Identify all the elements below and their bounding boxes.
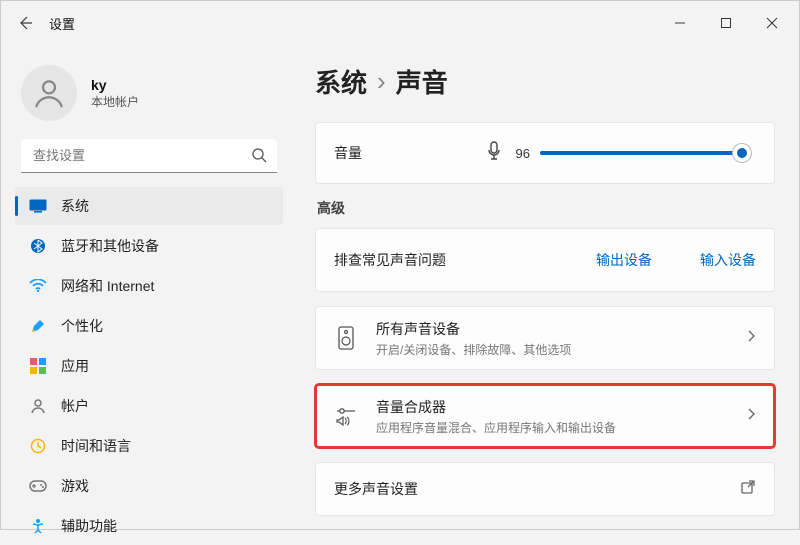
chevron-right-icon [746, 329, 756, 348]
sidebar-item-system[interactable]: 系统 [15, 187, 283, 225]
apps-icon [29, 357, 47, 375]
speaker-icon [334, 326, 358, 350]
sidebar-item-label: 个性化 [61, 316, 103, 336]
sidebar-item-label: 蓝牙和其他设备 [61, 236, 159, 256]
breadcrumb: 系统 › 声音 [315, 63, 775, 100]
section-advanced: 高级 [317, 198, 775, 218]
minimize-button[interactable] [657, 7, 703, 39]
all-devices-row[interactable]: 所有声音设备 开启/关闭设备、排除故障、其他选项 [315, 306, 775, 370]
slider-fill [540, 151, 742, 155]
user-account-row[interactable]: ky 本地帐户 [15, 55, 283, 139]
sidebar-item-label: 网络和 Internet [61, 276, 154, 296]
paint-icon [29, 317, 47, 335]
volume-value: 96 [516, 146, 530, 161]
sidebar-item-bluetooth[interactable]: 蓝牙和其他设备 [15, 227, 283, 265]
more-sound-settings-row[interactable]: 更多声音设置 [315, 462, 775, 516]
bluetooth-icon [29, 237, 47, 255]
mixer-icon [334, 406, 358, 426]
search-icon [251, 147, 267, 168]
sidebar-item-gaming[interactable]: 游戏 [15, 467, 283, 505]
volume-card: 音量 96 [315, 122, 775, 184]
troubleshoot-input-link[interactable]: 输入设备 [700, 250, 756, 270]
microphone-icon[interactable] [486, 141, 502, 166]
clock-icon [29, 437, 47, 455]
sidebar-item-personalization[interactable]: 个性化 [15, 307, 283, 345]
back-button[interactable] [5, 4, 45, 42]
sidebar-item-accounts[interactable]: 帐户 [15, 387, 283, 425]
avatar [21, 65, 77, 121]
system-icon [29, 197, 47, 215]
window-title: 设置 [49, 14, 75, 33]
user-name: ky [91, 77, 139, 93]
content-area: 系统 › 声音 音量 96 高级 排查常见声音问题 输出设备 输入设备 [291, 45, 799, 529]
troubleshoot-card: 排查常见声音问题 输出设备 输入设备 [315, 228, 775, 292]
volume-label: 音量 [334, 143, 362, 163]
sidebar-item-label: 系统 [61, 196, 89, 216]
accessibility-icon [29, 517, 47, 535]
sidebar: ky 本地帐户 系统 蓝牙和其他设备 网络和 Internet 个性 [1, 45, 291, 529]
all-devices-sub: 开启/关闭设备、排除故障、其他选项 [376, 341, 571, 358]
breadcrumb-sep: › [377, 66, 386, 97]
sidebar-item-label: 应用 [61, 356, 89, 376]
search-container [21, 139, 277, 173]
mixer-sub: 应用程序音量混合、应用程序输入和输出设备 [376, 419, 616, 436]
sidebar-item-label: 辅助功能 [61, 516, 117, 536]
person-icon [29, 397, 47, 415]
sidebar-item-time-language[interactable]: 时间和语言 [15, 427, 283, 465]
slider-thumb[interactable] [733, 144, 751, 162]
user-subtitle: 本地帐户 [91, 93, 139, 110]
troubleshoot-output-link[interactable]: 输出设备 [596, 250, 652, 270]
sidebar-item-accessibility[interactable]: 辅助功能 [15, 507, 283, 545]
nav: 系统 蓝牙和其他设备 网络和 Internet 个性化 应用 帐户 [15, 187, 283, 545]
mixer-title: 音量合成器 [376, 397, 616, 417]
search-input[interactable] [21, 139, 277, 173]
sidebar-item-network[interactable]: 网络和 Internet [15, 267, 283, 305]
maximize-button[interactable] [703, 7, 749, 39]
more-title: 更多声音设置 [334, 479, 418, 499]
volume-mixer-row[interactable]: 音量合成器 应用程序音量混合、应用程序输入和输出设备 [315, 384, 775, 448]
all-devices-title: 所有声音设备 [376, 319, 571, 339]
chevron-right-icon [746, 407, 756, 426]
volume-slider[interactable] [540, 151, 750, 155]
sidebar-item-label: 帐户 [61, 396, 89, 416]
open-external-icon [740, 479, 756, 500]
sidebar-item-label: 时间和语言 [61, 436, 131, 456]
breadcrumb-leaf: 声音 [396, 63, 448, 100]
wifi-icon [29, 277, 47, 295]
sidebar-item-label: 游戏 [61, 476, 89, 496]
gamepad-icon [29, 477, 47, 495]
troubleshoot-label: 排查常见声音问题 [334, 250, 446, 270]
sidebar-item-apps[interactable]: 应用 [15, 347, 283, 385]
close-button[interactable] [749, 7, 795, 39]
breadcrumb-root[interactable]: 系统 [315, 63, 367, 100]
